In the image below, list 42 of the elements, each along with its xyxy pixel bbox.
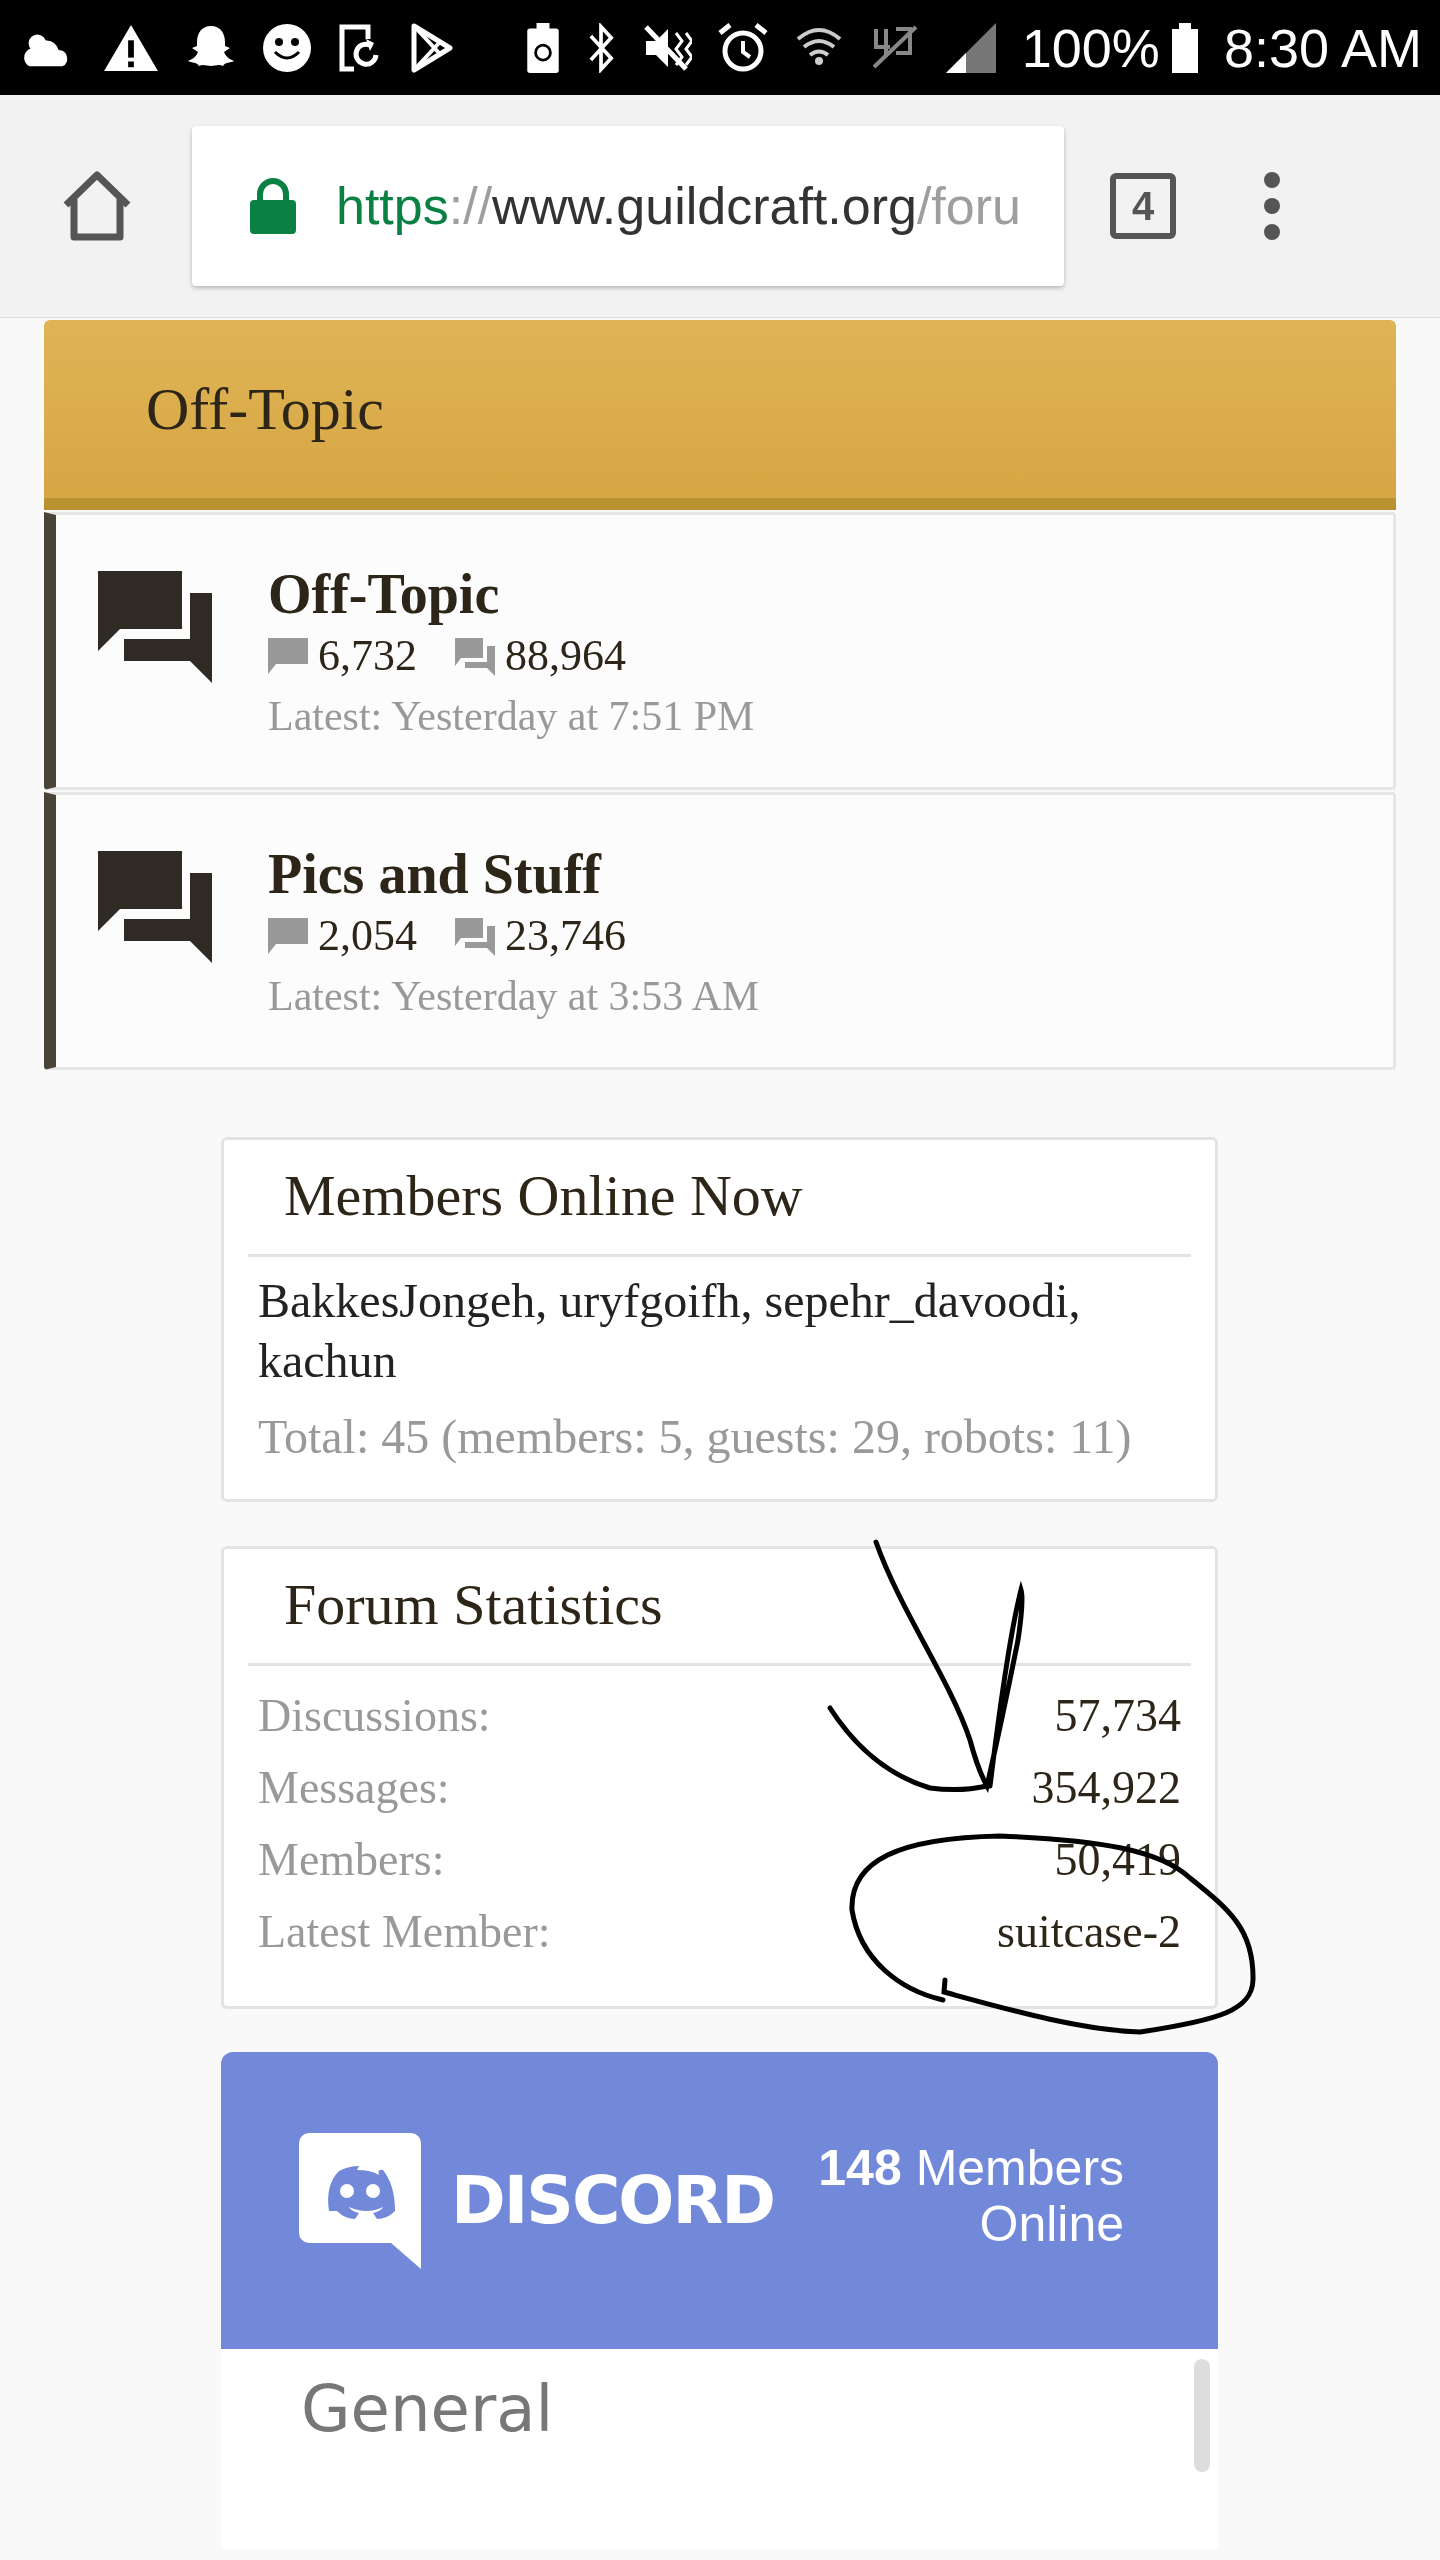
online-label: Members Online <box>915 2139 1125 2252</box>
stat-label: Discussions: <box>258 1689 491 1743</box>
stat-value: suitcase-2 <box>997 1905 1181 1959</box>
address-bar[interactable]: https://www.guildcraft.org/foru <box>192 126 1064 286</box>
online-total: Total: 45 (members: 5, guests: 29, robots: 11) <box>258 1409 1133 1466</box>
message-count: 23,746 <box>505 910 626 962</box>
smiley-icon <box>262 22 312 73</box>
online-count: 148 <box>818 2139 902 2196</box>
chat-bubble-icon <box>268 636 308 676</box>
channel-name: General <box>301 2372 554 2446</box>
thread-count: 6,732 <box>318 630 417 682</box>
chat-bubbles-icon <box>98 851 212 963</box>
play-store-icon <box>410 22 454 73</box>
stat-value: 57,734 <box>1054 1689 1181 1743</box>
forum-title[interactable]: Off-Topic <box>268 561 755 627</box>
thread-count: 2,054 <box>318 910 417 962</box>
signal-icon <box>945 22 996 73</box>
alarm-clock-icon <box>717 22 768 73</box>
message-count: 88,964 <box>505 630 626 682</box>
card-title: Forum Statistics <box>248 1549 1191 1666</box>
lock-icon <box>250 178 296 234</box>
stat-label: Members: <box>258 1833 445 1887</box>
card-title: Members Online Now <box>248 1140 1191 1257</box>
forum-title[interactable]: Pics and Stuff <box>268 841 760 907</box>
stat-label: Latest Member: <box>258 1905 551 1959</box>
clock-time: 8:30 AM <box>1223 16 1422 79</box>
scrollbar[interactable] <box>1194 2359 1210 2472</box>
chat-bubbles-icon <box>455 636 495 676</box>
battery-saver-icon <box>525 22 560 73</box>
chat-bubble-icon <box>268 916 308 956</box>
controller-bubble-icon <box>299 2132 421 2269</box>
chat-bubbles-icon <box>98 571 212 683</box>
category-title[interactable]: Off-Topic <box>146 374 384 444</box>
stat-value: 354,922 <box>1031 1761 1181 1815</box>
tab-count-button[interactable]: 4 <box>1110 173 1176 239</box>
stat-label: Messages: <box>258 1761 450 1815</box>
online-members-list: BakkesJongeh, uryfgoifh, sepehr_davoodi, kachun <box>258 1271 1155 1391</box>
chat-bubbles-icon <box>455 916 495 956</box>
battery-percentage: 100% <box>1021 16 1160 79</box>
battery-icon <box>1171 22 1198 73</box>
discord-wordmark: DISCORD <box>451 2162 775 2239</box>
menu-icon[interactable] <box>1264 172 1280 240</box>
